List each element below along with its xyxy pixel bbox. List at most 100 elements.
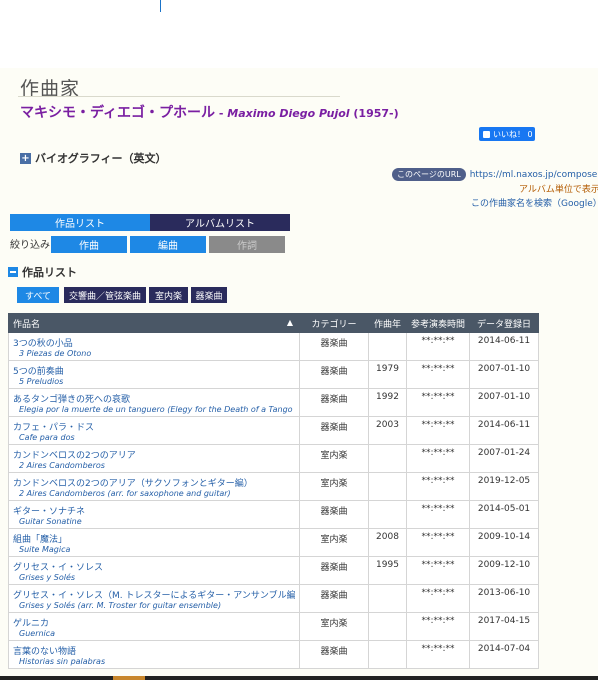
google-search-link[interactable]: この作曲家名を検索（Google） — [471, 196, 598, 209]
work-year-cell: 1992 — [368, 388, 407, 417]
work-original-title[interactable]: Grises y Solés — [13, 573, 295, 582]
composer-heading: マキシモ・ディエゴ・プホール - Maximo Diego Pujol (195… — [20, 102, 399, 122]
work-original-title[interactable]: Grises y Solés (arr. M. Troster for guit… — [13, 601, 295, 610]
work-original-title[interactable]: Historias sin palabras — [13, 657, 295, 666]
work-date-cell: 2014-06-11 — [469, 416, 539, 445]
work-title-link[interactable]: 言葉のない物語 — [13, 644, 295, 657]
category-chamber-button[interactable]: 室内楽 — [149, 287, 188, 303]
work-duration-cell: **:**:** — [406, 500, 470, 529]
sort-up-icon[interactable]: ▲ — [287, 318, 293, 327]
table-row: グリセス・イ・ソレス Grises y Solés 器楽曲 1995 **:**:** 2… — [8, 556, 539, 585]
work-category-cell: 器楽曲 — [299, 332, 369, 361]
filter-composition-button[interactable]: 作曲 — [51, 236, 127, 253]
works-table: 作品名 ▲ カテゴリー 作曲年 参考演奏時間 データ登録日 3つの秋の小品 3 Pi… — [8, 313, 539, 669]
page-url-link[interactable]: https://ml.naxos.jp/composer/2099 — [470, 170, 598, 180]
category-instrumental-button[interactable]: 器楽曲 — [191, 287, 227, 303]
filter-lyrics-button[interactable]: 作詞 — [209, 236, 285, 253]
work-category-cell: 器楽曲 — [299, 556, 369, 585]
work-title-link[interactable]: グリセス・イ・ソレス（M. トレスターによるギター・アンサンブル編） — [13, 588, 295, 601]
work-date-cell: 2017-04-15 — [469, 612, 539, 641]
top-blank-area — [0, 0, 598, 68]
work-name-cell: 言葉のない物語 Historias sin palabras — [8, 640, 300, 669]
work-title-link[interactable]: ギター・ソナチネ — [13, 504, 295, 517]
page-url-row: このページのURL https://ml.naxos.jp/composer/2… — [392, 168, 598, 181]
category-all-button[interactable]: すべて — [17, 287, 59, 303]
work-original-title[interactable]: Elegia por la muerte de un tanguero (Ele… — [13, 405, 295, 414]
biography-label: バイオグラフィー（英文） — [35, 152, 167, 165]
work-duration-cell: **:**:** — [406, 332, 470, 361]
like-label: いいね！ 0 — [493, 129, 533, 139]
work-original-title[interactable]: Guernica — [13, 629, 295, 638]
album-unit-link[interactable]: アルバム単位で表示す — [519, 182, 598, 195]
table-row: 言葉のない物語 Historias sin palabras 器楽曲 **:**:**… — [8, 640, 539, 669]
work-date-cell: 2009-10-14 — [469, 528, 539, 557]
work-title-link[interactable]: 3つの秋の小品 — [13, 336, 295, 349]
work-name-cell: グリセス・イ・ソレス（M. トレスターによるギター・アンサンブル編） Grises… — [8, 584, 300, 613]
work-date-cell: 2013-06-10 — [469, 584, 539, 613]
work-title-link[interactable]: あるタンゴ弾きの死への哀歌 — [13, 392, 295, 405]
work-original-title[interactable]: 2 Aires Candomberos (arr. for saxophone … — [13, 489, 295, 498]
work-duration-cell: **:**:** — [406, 556, 470, 585]
work-year-cell — [368, 332, 407, 361]
column-header-category[interactable]: カテゴリー — [299, 313, 369, 333]
work-original-title[interactable]: 5 Preludios — [13, 377, 295, 386]
work-duration-cell: **:**:** — [406, 416, 470, 445]
scrollbar-thumb[interactable] — [113, 676, 145, 680]
google-search-row[interactable]: この作曲家名を検索（Google） — [471, 196, 598, 209]
work-category-cell: 器楽曲 — [299, 388, 369, 417]
column-header-date[interactable]: データ登録日 — [469, 313, 539, 333]
filter-arrangement-button[interactable]: 編曲 — [130, 236, 206, 253]
work-title-link[interactable]: 5つの前奏曲 — [13, 364, 295, 377]
column-header-year[interactable]: 作曲年 — [368, 313, 407, 333]
work-duration-cell: **:**:** — [406, 612, 470, 641]
work-year-cell — [368, 500, 407, 529]
work-original-title[interactable]: 3 Piezas de Otono — [13, 349, 295, 358]
composer-years: (1957-) — [349, 107, 399, 120]
work-category-cell: 室内楽 — [299, 444, 369, 473]
work-original-title[interactable]: Cafe para dos — [13, 433, 295, 442]
composer-name-separator: - — [215, 107, 228, 120]
work-title-link[interactable]: 組曲「魔法」 — [13, 532, 295, 545]
work-title-link[interactable]: カフェ・パラ・ドス — [13, 420, 295, 433]
work-original-title[interactable]: Guitar Sonatine — [13, 517, 295, 526]
work-year-cell — [368, 444, 407, 473]
work-name-cell: ギター・ソナチネ Guitar Sonatine — [8, 500, 300, 529]
work-category-cell: 器楽曲 — [299, 584, 369, 613]
category-orchestral-button[interactable]: 交響曲／管弦楽曲 — [64, 287, 146, 303]
work-date-cell: 2009-12-10 — [469, 556, 539, 585]
tab-works-list[interactable]: 作品リスト — [10, 214, 150, 231]
work-title-link[interactable]: カンドンベロスの2つのアリア — [13, 448, 295, 461]
work-duration-cell: **:**:** — [406, 444, 470, 473]
bottom-scrollbar[interactable] — [0, 676, 598, 680]
work-year-cell: 1995 — [368, 556, 407, 585]
composer-name-en: Maximo Diego Pujol — [227, 107, 350, 120]
facebook-like-button[interactable]: いいね！ 0 — [479, 127, 535, 141]
work-original-title[interactable]: 2 Aires Candomberos — [13, 461, 295, 470]
work-name-cell: カンドンベロスの2つのアリア（サクソフォンとギター編） 2 Aires Cando… — [8, 472, 300, 501]
table-row: グリセス・イ・ソレス（M. トレスターによるギター・アンサンブル編） Grises… — [8, 584, 539, 613]
work-year-cell: 1979 — [368, 360, 407, 389]
composer-page: 作曲家 マキシモ・ディエゴ・プホール - Maximo Diego Pujol … — [0, 68, 598, 680]
tab-album-list[interactable]: アルバムリスト — [150, 214, 290, 231]
work-duration-cell: **:**:** — [406, 388, 470, 417]
work-original-title[interactable]: Suite Magica — [13, 545, 295, 554]
work-duration-cell: **:**:** — [406, 640, 470, 669]
work-date-cell: 2007-01-10 — [469, 388, 539, 417]
work-duration-cell: **:**:** — [406, 360, 470, 389]
work-title-link[interactable]: カンドンベロスの2つのアリア（サクソフォンとギター編） — [13, 476, 295, 489]
work-name-cell: あるタンゴ弾きの死への哀歌 Elegia por la muerte de un … — [8, 388, 300, 417]
table-row: カンドンベロスの2つのアリア 2 Aires Candomberos 室内楽 **:*… — [8, 444, 539, 473]
biography-toggle[interactable]: + バイオグラフィー（英文） — [20, 150, 167, 166]
expand-plus-icon: + — [20, 152, 31, 164]
column-header-name-label: 作品名 — [13, 319, 41, 330]
column-header-duration[interactable]: 参考演奏時間 — [406, 313, 470, 333]
work-date-cell: 2014-06-11 — [469, 332, 539, 361]
composer-name-jp: マキシモ・ディエゴ・プホール — [20, 105, 216, 121]
works-list-heading[interactable]: 作品リスト — [8, 264, 77, 280]
work-title-link[interactable]: ゲルニカ — [13, 616, 295, 629]
work-category-cell: 器楽曲 — [299, 416, 369, 445]
work-year-cell: 2003 — [368, 416, 407, 445]
work-duration-cell: **:**:** — [406, 528, 470, 557]
work-title-link[interactable]: グリセス・イ・ソレス — [13, 560, 295, 573]
column-header-name[interactable]: 作品名 ▲ — [8, 313, 300, 333]
